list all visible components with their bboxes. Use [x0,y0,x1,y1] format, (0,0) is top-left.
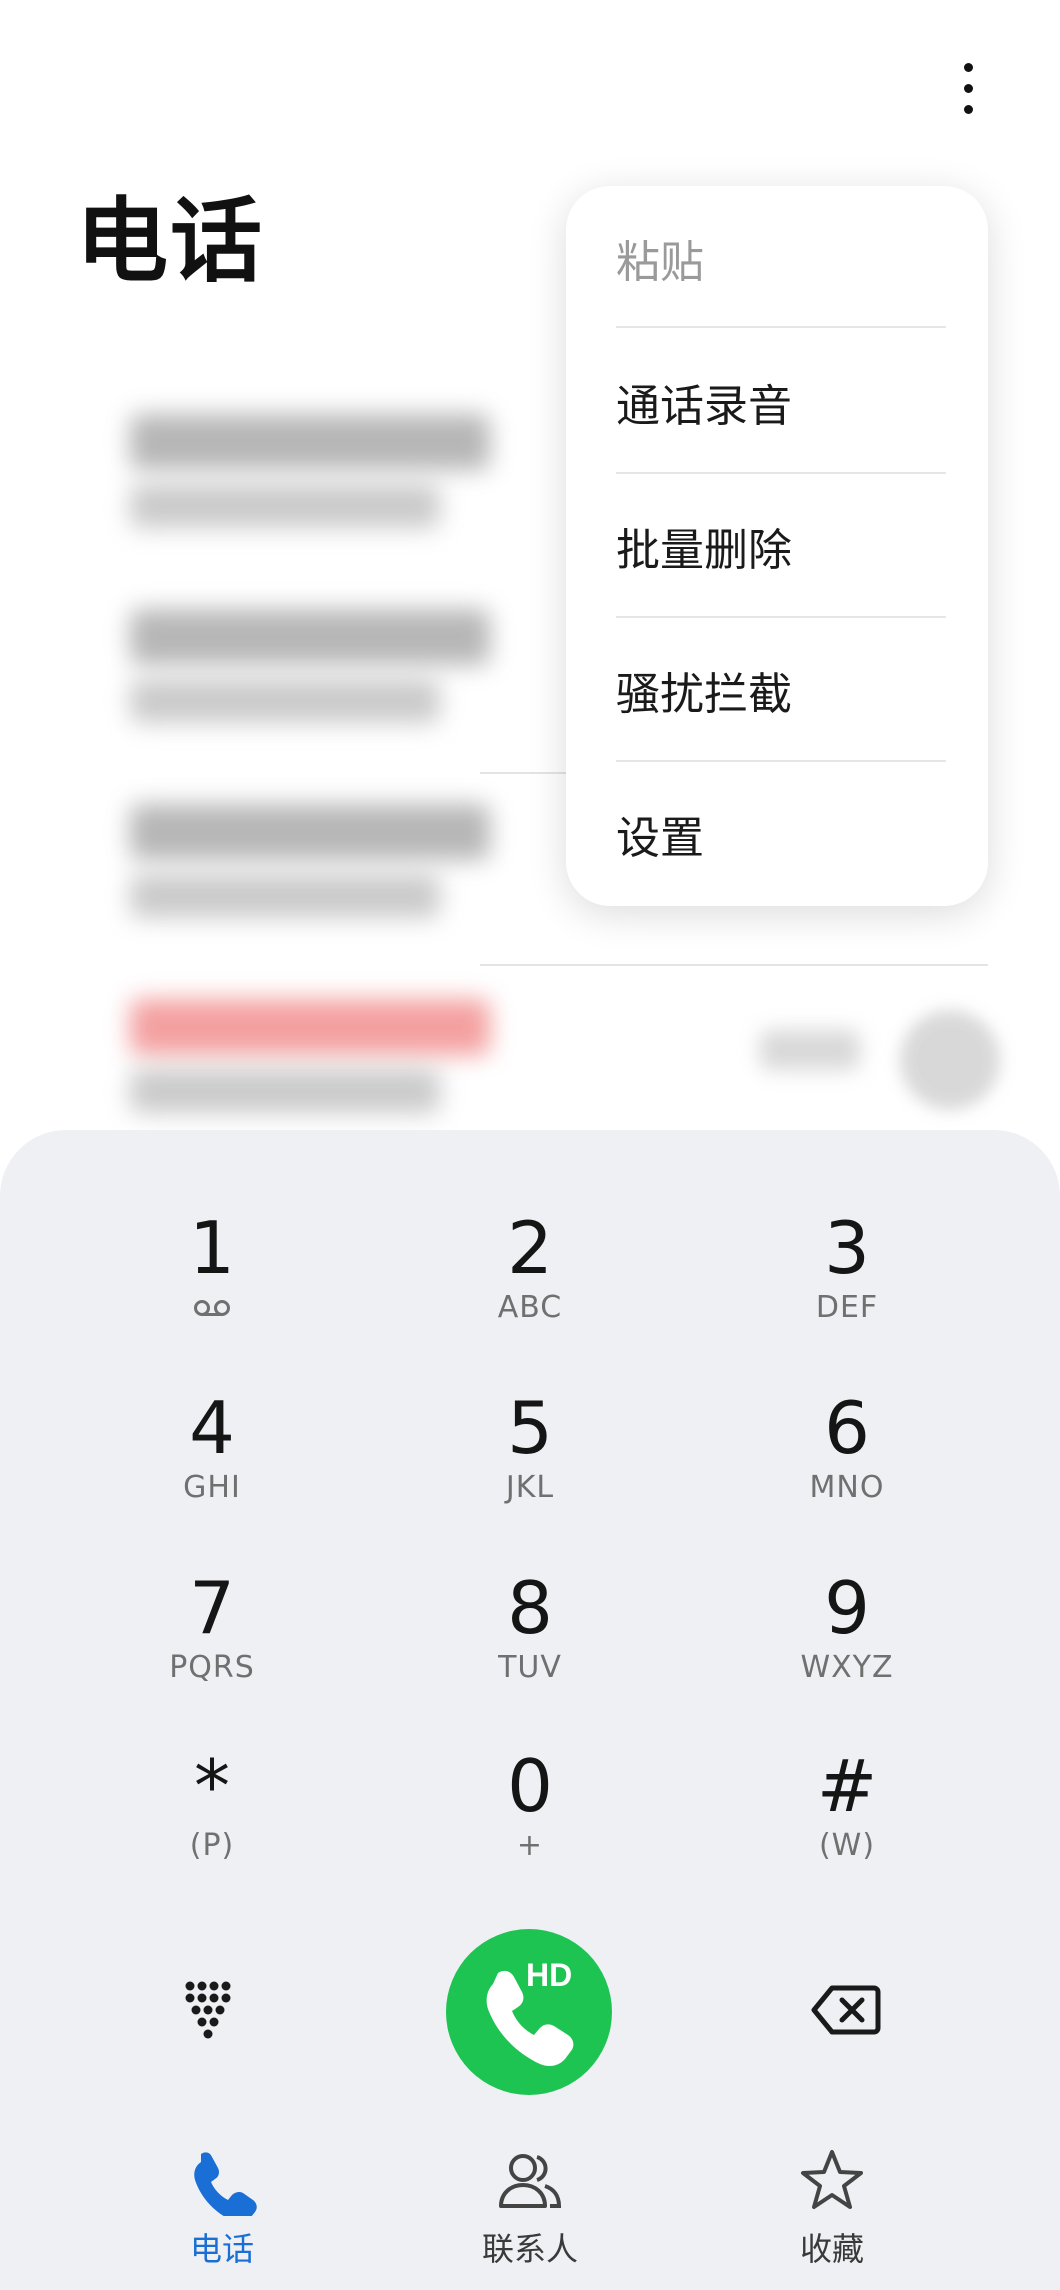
key-letters: + [516,1828,544,1863]
key-digit: 9 [824,1566,870,1650]
menu-item-paste: 粘贴 [616,237,704,288]
call-log-detail: ██████ ██████ [130,484,440,528]
key-8[interactable]: 8 TUV [400,1558,660,1708]
call-log-name: ████████████ [130,999,490,1055]
key-digit: # [816,1744,878,1828]
key-letters: GHI [183,1470,241,1505]
menu-item-harassment-block[interactable]: 骚扰拦截 [616,618,946,762]
key-digit: 3 [824,1206,870,1290]
call-log-detail: ████████ [130,679,440,723]
contacts-icon [499,2154,562,2208]
key-digit: * [194,1744,230,1828]
key-letters: (W) [818,1828,876,1863]
key-2[interactable]: 2 ABC [400,1198,660,1348]
key-digit: 2 [507,1206,553,1290]
hd-call-button[interactable]: HD [446,1929,612,2095]
page-title: 电话 [76,188,265,295]
key-letters: MNO [809,1470,885,1505]
more-vertical-icon [963,62,973,72]
dialpad-toggle-button[interactable] [180,1978,244,2042]
key-letters: (P) [189,1828,235,1863]
key-digit: 8 [507,1566,553,1650]
key-letters: PQRS [169,1650,255,1685]
tab-favorites[interactable]: 收藏 [712,2130,952,2290]
phone-icon [194,2152,257,2216]
tab-label: 联系人 [481,2230,578,2268]
call-info-button[interactable] [900,1010,1000,1110]
call-log-name: ████████████ [130,414,490,470]
key-6[interactable]: 6 MNO [717,1378,977,1528]
more-options-button[interactable] [940,52,996,124]
key-4[interactable]: 4 GHI [82,1378,342,1528]
key-digit: 6 [824,1386,870,1470]
dialpad-grid-icon [185,1981,231,2039]
call-log-item[interactable]: ████████████ ██████████ [120,965,740,1115]
tab-label: 电话 [189,2230,254,2268]
bottom-navigation: 电话 联系人 收藏 [0,2130,1060,2290]
key-digit: 4 [189,1386,235,1470]
key-letters: TUV [498,1650,562,1685]
divider [616,326,946,328]
key-0[interactable]: 0 + [400,1736,660,1886]
call-log-name: ████████████ [130,804,490,860]
key-3[interactable]: 3 DEF [717,1198,977,1348]
key-9[interactable]: 9 WXYZ [717,1558,977,1708]
tab-contacts[interactable]: 联系人 [410,2130,650,2290]
hd-label: HD [526,1957,573,1993]
star-icon [801,2150,863,2209]
key-digit: 5 [507,1386,553,1470]
key-letters: JKL [505,1470,555,1505]
tab-phone[interactable]: 电话 [102,2130,342,2290]
overflow-menu: 粘贴 通话录音 批量删除 骚扰拦截 设置 [566,186,988,906]
key-digit: 7 [189,1566,235,1650]
call-log-detail: ██████████ [130,1069,440,1113]
backspace-icon [811,1985,881,2035]
key-digit: 0 [507,1744,553,1828]
backspace-button[interactable] [810,1982,882,2038]
phone-icon [486,1970,574,2067]
call-log-time [760,1030,860,1070]
key-digit: 1 [189,1206,235,1290]
key-hash[interactable]: # (W) [717,1736,977,1886]
key-7[interactable]: 7 PQRS [82,1558,342,1708]
key-1[interactable]: 1 [82,1198,342,1348]
menu-item-call-recording[interactable]: 通话录音 [616,330,946,474]
key-star[interactable]: * (P) [82,1736,342,1886]
key-5[interactable]: 5 JKL [400,1378,660,1528]
key-letters: WXYZ [800,1650,894,1685]
voicemail-icon [194,1300,230,1316]
menu-item-batch-delete[interactable]: 批量删除 [616,474,946,618]
call-log-detail: ██████████ [130,874,440,918]
menu-item-settings[interactable]: 设置 [616,762,946,906]
call-log-name: ████████████ [130,609,490,665]
key-letters: ABC [497,1290,563,1325]
key-letters: DEF [815,1290,879,1325]
tab-label: 收藏 [799,2230,864,2268]
